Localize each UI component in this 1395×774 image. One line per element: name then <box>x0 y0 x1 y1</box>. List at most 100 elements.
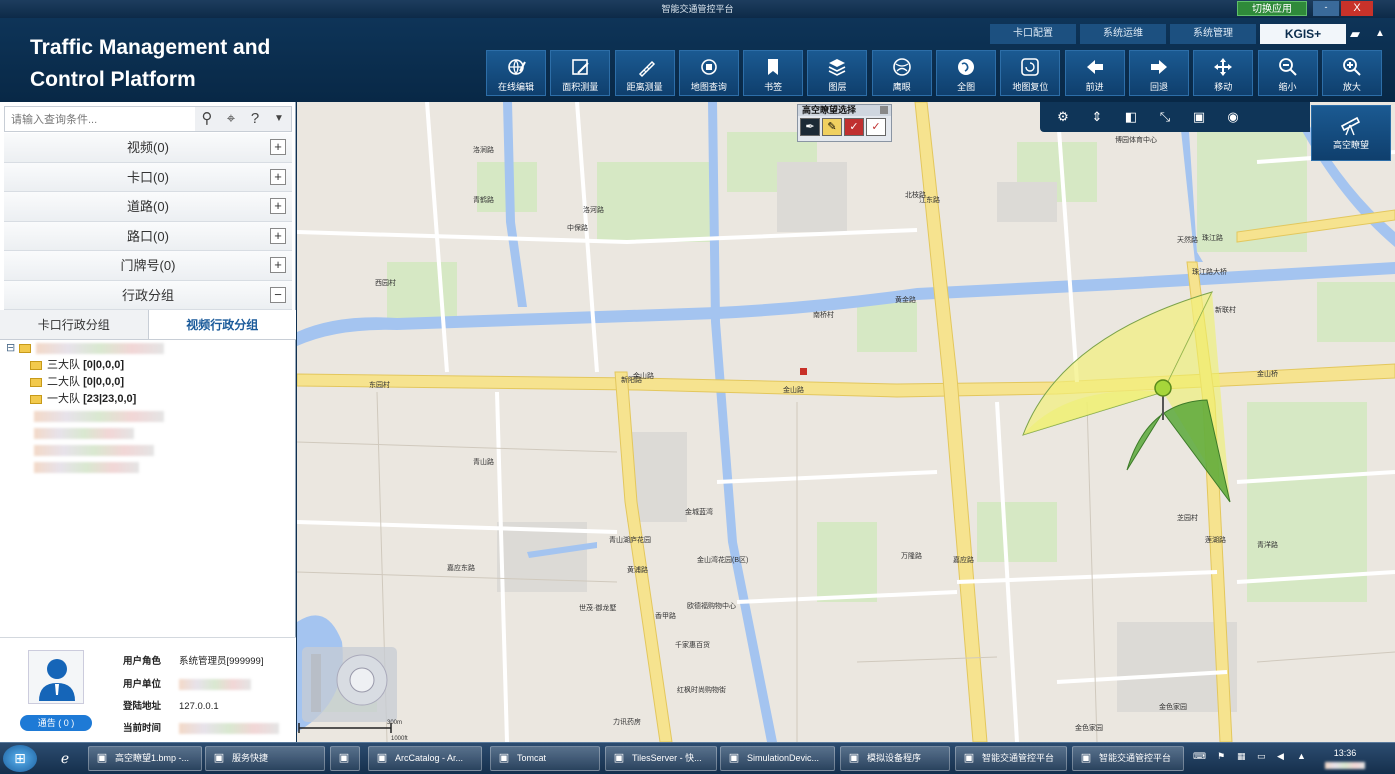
toolbar-button-zoom-in[interactable]: 放大 <box>1321 50 1382 96</box>
toolbar-label: 全图 <box>957 82 976 92</box>
category-road[interactable]: 道路(0) + <box>4 192 292 222</box>
keyboard-icon[interactable]: ⌨ <box>1193 751 1206 762</box>
folder-icon <box>30 377 42 387</box>
tab-system-admin[interactable]: 系统管理 <box>1170 24 1256 44</box>
category-video[interactable]: 视频(0) + <box>4 133 292 163</box>
close-button[interactable]: X <box>1341 1 1373 16</box>
taskbar-item[interactable]: ▣ <box>330 746 360 771</box>
toolbar-label: 缩小 <box>1278 82 1297 92</box>
toolbar-button-move[interactable]: 移动 <box>1193 50 1254 96</box>
toolbar-button-full-map[interactable]: 全图 <box>936 50 997 96</box>
map-view[interactable]: 博园体育中心 金城蓝湾 青山湖庐花园 金山湾花园(B区) 世茂·御龙墅 欧德福购物中心 千家… <box>297 102 1395 742</box>
network-icon[interactable]: ▦ <box>1237 751 1246 762</box>
user-role-label: 用户角色 <box>123 656 162 667</box>
expand-icon[interactable]: + <box>270 139 286 155</box>
poi-marker-icon[interactable] <box>800 368 807 375</box>
tab-checkpoint-groups[interactable]: 卡口行政分组 <box>0 310 148 339</box>
minimize-button[interactable]: - <box>1313 1 1339 16</box>
toolbar-button-map-reset[interactable]: 地图复位 <box>1000 50 1061 96</box>
window-titlebar: 智能交通管控平台 切换应用 - X <box>0 0 1395 18</box>
taskbar-item[interactable]: ▣ 服务快捷 <box>205 746 325 771</box>
taskbar-item[interactable]: ▣ TilesServer - 快... <box>605 746 717 771</box>
search-input[interactable]: 请输入查询条件... <box>11 107 97 133</box>
tab-kgis[interactable]: KGIS+ <box>1260 24 1346 44</box>
dropdown-icon[interactable]: ▼ <box>267 107 291 131</box>
map-canvas[interactable]: 博园体育中心金城蓝湾青山湖庐花园金山湾花园(B区) 世茂·御龙墅 欧德福购物中心千家… <box>297 102 1395 742</box>
split-view-icon[interactable]: ◧ <box>1114 109 1148 125</box>
taskbar-item[interactable]: ▣ 智能交通管控平台 <box>955 746 1067 771</box>
category-admin-group[interactable]: 行政分组 − <box>4 280 292 310</box>
expand-tray-icon[interactable]: ▲ <box>1297 751 1306 761</box>
ie-icon[interactable]: ℯ <box>50 746 80 770</box>
toolbar-button-zoom-out[interactable]: 缩小 <box>1257 50 1318 96</box>
taskbar-item[interactable]: ▣ 模拟设备程序 <box>840 746 950 771</box>
taskbar-clock[interactable]: 13:36 <box>1325 747 1365 771</box>
navigation-control[interactable] <box>302 647 397 722</box>
search-box[interactable]: 请输入查询条件... ⚲ ⌖ ? ▼ <box>4 106 292 132</box>
tree-item-team3[interactable]: 三大队 [0|0,0,0] <box>6 357 286 374</box>
collapse-up-icon[interactable]: ▲ <box>1375 28 1385 39</box>
fit-view-icon[interactable]: ▣ <box>1182 109 1216 125</box>
category-intersection[interactable]: 路口(0) + <box>4 221 292 251</box>
taskbar-item[interactable]: ▣ ArcCatalog - Ar... <box>368 746 482 771</box>
expand-icon[interactable]: + <box>270 227 286 244</box>
switch-app-button[interactable]: 切换应用 <box>1237 1 1307 16</box>
search-icon[interactable]: ⚲ <box>195 107 219 131</box>
pan-center-icon[interactable]: ⇕ <box>1080 109 1114 125</box>
taskbar-item[interactable]: ▣ 高空瞭望1.bmp -... <box>88 746 202 771</box>
flag-icon[interactable]: ⚑ <box>1217 751 1225 762</box>
expand-icon[interactable]: + <box>270 198 286 214</box>
toolbar-button-area-measure[interactable]: 面积测量 <box>550 50 611 96</box>
eagle-eye-icon <box>892 58 911 76</box>
tree-root[interactable]: ⊟ <box>6 340 286 357</box>
draw-line-icon[interactable]: ✒ <box>800 118 820 136</box>
toolbar-button-layers[interactable]: 图层 <box>807 50 868 96</box>
monitor-icon[interactable]: ▭ <box>1257 751 1266 762</box>
start-button[interactable]: ⊞ <box>3 745 37 772</box>
telescope-icon <box>1340 116 1361 136</box>
toolbar-button-bookmark[interactable]: 书签 <box>743 50 804 96</box>
category-house-number[interactable]: 门牌号(0) + <box>4 251 292 281</box>
clock-time: 13:36 <box>1333 748 1357 758</box>
locate-icon[interactable]: ⌖ <box>219 107 243 131</box>
measure-icon[interactable]: ⤡ <box>1148 109 1182 125</box>
close-icon[interactable] <box>880 106 888 114</box>
toolbar-button-eagle-eye[interactable]: 鹰眼 <box>871 50 932 96</box>
tab-video-groups[interactable]: 视频行政分组 <box>147 310 296 339</box>
settings-icon[interactable]: ⚙ <box>1046 109 1080 125</box>
app-icon: ▣ <box>96 752 108 764</box>
draw-point-icon[interactable]: ✎ <box>822 118 842 136</box>
taskbar-item[interactable]: ▣ 智能交通管控平台 <box>1072 746 1184 771</box>
toolbar-label: 回退 <box>1149 82 1168 92</box>
collapse-icon[interactable]: − <box>270 286 286 303</box>
tab-system-ops[interactable]: 系统运维 <box>1080 24 1166 44</box>
selector-title: 高空瞭望选择 <box>802 105 857 115</box>
folder-icon[interactable]: ▰ <box>1350 26 1360 42</box>
toolbar-button-map-query[interactable]: 地图查询 <box>678 50 739 96</box>
tab-checkpoint-config[interactable]: 卡口配置 <box>990 24 1076 44</box>
tree-item-team2[interactable]: 二大队 [0|0,0,0] <box>6 374 286 391</box>
toolbar-button-ruler[interactable]: 距离测量 <box>614 50 675 96</box>
camera-icon[interactable]: ◉ <box>1216 109 1250 125</box>
toolbar-button-arrow-right[interactable]: 回退 <box>1128 50 1189 96</box>
tree-item-redacted[interactable] <box>6 459 286 476</box>
tree-item-redacted[interactable] <box>6 425 286 442</box>
redacted-text <box>34 410 164 422</box>
tree-item-redacted[interactable] <box>6 408 286 425</box>
expand-icon[interactable]: + <box>270 257 286 273</box>
clear-icon[interactable]: ✓ <box>866 118 886 136</box>
toolbar-button-arrow-left[interactable]: 前进 <box>1064 50 1125 96</box>
notice-button[interactable]: 通告 ( 0 ) <box>20 715 92 731</box>
category-checkpoint[interactable]: 卡口(0) + <box>4 162 292 192</box>
expand-icon[interactable]: + <box>270 168 286 185</box>
help-icon[interactable]: ? <box>243 107 267 131</box>
toolbar-button-globe-edit[interactable]: 在线编辑 <box>486 50 546 96</box>
taskbar-item[interactable]: ▣ SimulationDevic... <box>720 746 835 771</box>
tree-item-team1[interactable]: 一大队 [23|23,0,0] <box>6 391 286 408</box>
volume-icon[interactable]: ◀ <box>1277 751 1284 762</box>
tree-expander-icon[interactable]: ⊟ <box>6 342 15 354</box>
draw-sector-icon[interactable]: ✓ <box>844 118 864 136</box>
high-observation-button[interactable]: 高空瞭望 <box>1311 105 1391 161</box>
tree-item-redacted[interactable] <box>6 442 286 459</box>
taskbar-item[interactable]: ▣ Tomcat <box>490 746 600 771</box>
